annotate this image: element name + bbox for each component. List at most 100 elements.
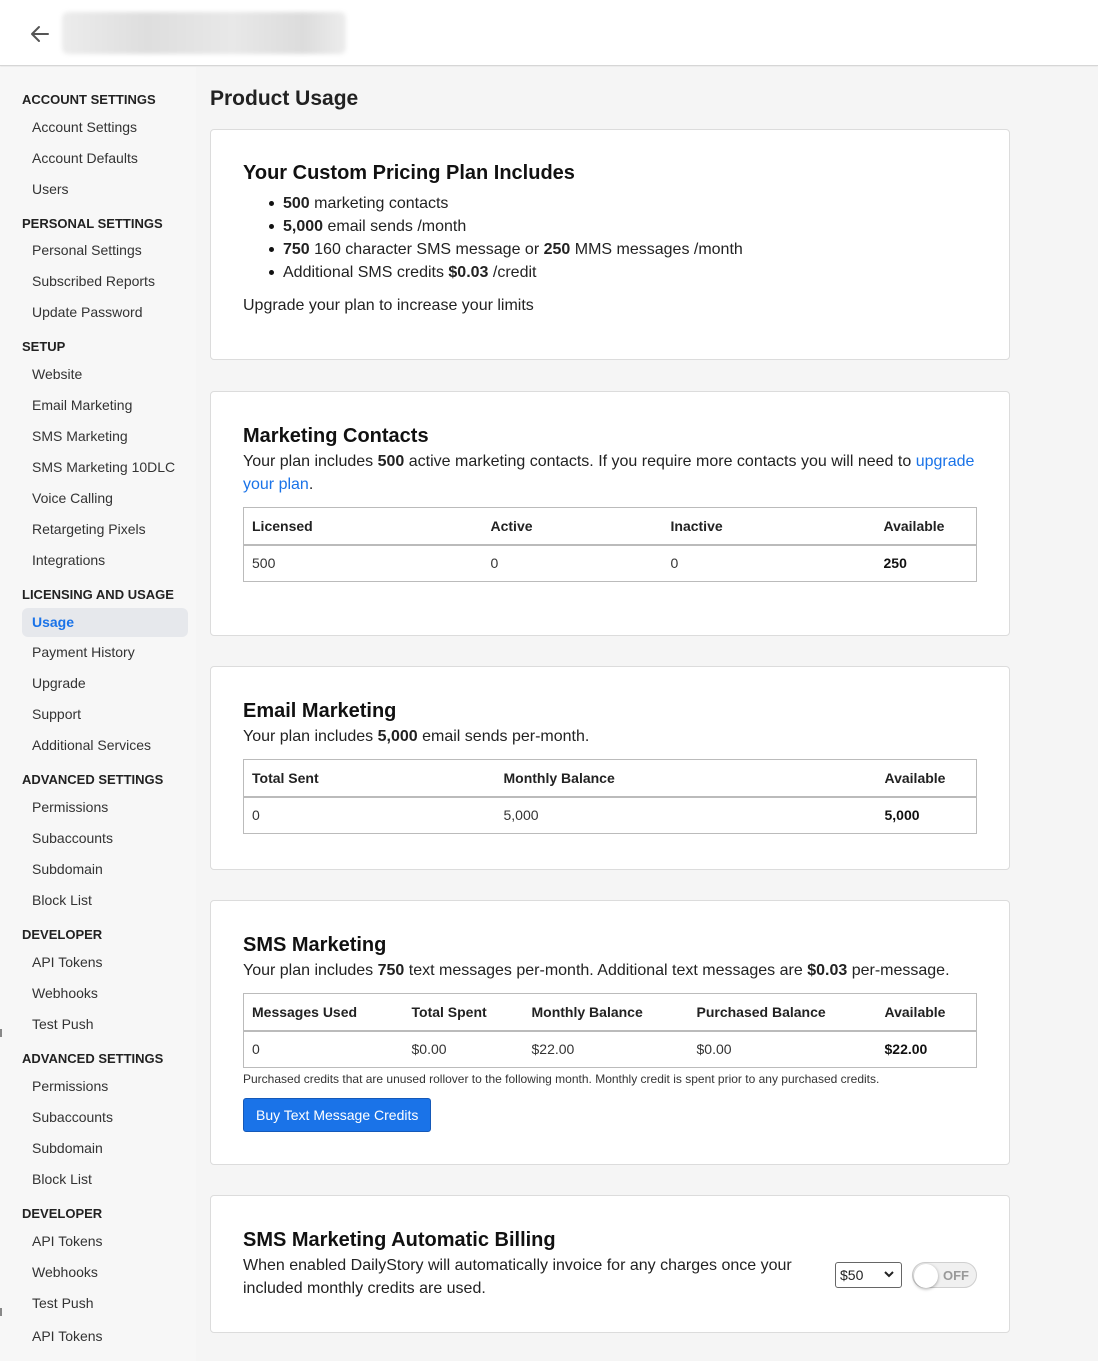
column-header: Available	[876, 759, 977, 798]
sidebar-fold-mark-2	[0, 1308, 4, 1316]
sidebar-item-webhooks[interactable]: Webhooks	[22, 979, 188, 1008]
sidebar-item-retargeting-pixels[interactable]: Retargeting Pixels	[22, 515, 188, 544]
page-title: Product Usage	[210, 87, 359, 110]
table-cell: 500	[243, 544, 483, 582]
plan-features-list: 500 marketing contacts 5,000 email sends…	[243, 192, 743, 284]
sidebar-item-subaccounts[interactable]: Subaccounts	[22, 824, 188, 853]
pricing-plan-card: Your Custom Pricing Plan Includes 500 ma…	[210, 129, 1010, 360]
table-row: 0 $0.00 $22.00 $0.00 $22.00	[243, 1030, 977, 1068]
column-header: Available	[875, 507, 977, 546]
billing-description: When enabled DailyStory will automatical…	[243, 1257, 792, 1297]
sidebar-section-advanced-settings-2: ADVANCED SETTINGS	[22, 1051, 164, 1066]
contacts-table: Licensed Active Inactive Available 500 0…	[243, 507, 977, 582]
sidebar-item-permissions-2[interactable]: Permissions	[22, 1072, 188, 1101]
column-header: Monthly Balance	[495, 759, 877, 798]
back-button[interactable]	[26, 20, 54, 48]
billing-amount-select[interactable]: $50	[835, 1262, 902, 1288]
table-cell: 5,000	[876, 796, 977, 834]
sidebar-section-developer: DEVELOPER	[22, 927, 103, 942]
table-row: 0 5,000 5,000	[243, 796, 977, 834]
sms-marketing-card: SMS Marketing Your plan includes 750 tex…	[210, 900, 1010, 1165]
column-header: Total Sent	[243, 759, 496, 798]
table-cell: $22.00	[523, 1030, 689, 1068]
sms-credits-note: Purchased credits that are unused rollov…	[243, 1072, 880, 1086]
chevron-down-icon	[884, 1271, 894, 1278]
total-spent-link[interactable]: $0.00	[403, 1030, 524, 1068]
toggle-state-label: OFF	[943, 1268, 969, 1283]
sidebar-item-account-defaults[interactable]: Account Defaults	[22, 144, 188, 173]
sidebar-item-update-password[interactable]: Update Password	[22, 298, 188, 327]
plan-title: Your Custom Pricing Plan Includes	[243, 162, 575, 184]
table-cell: $22.00	[876, 1030, 977, 1068]
plan-feature-sms: 750 160 character SMS message or 250 MMS…	[243, 238, 743, 261]
sidebar-item-subdomain[interactable]: Subdomain	[22, 855, 188, 884]
column-header: Available	[876, 993, 977, 1032]
sidebar-section-personal-settings: PERSONAL SETTINGS	[22, 216, 163, 231]
arrow-left-icon	[31, 26, 49, 42]
sms-automatic-billing-card: SMS Marketing Automatic Billing When ena…	[210, 1195, 1010, 1333]
sidebar-item-subaccounts-2[interactable]: Subaccounts	[22, 1103, 188, 1132]
column-header: Monthly Balance	[523, 993, 689, 1032]
sidebar-item-test-push-2[interactable]: Test Push	[22, 1289, 188, 1318]
auto-billing-toggle[interactable]: OFF	[912, 1262, 977, 1288]
sidebar-item-integrations[interactable]: Integrations	[22, 546, 188, 575]
sidebar-item-block-list[interactable]: Block List	[22, 886, 188, 915]
sidebar-item-webhooks-2[interactable]: Webhooks	[22, 1258, 188, 1287]
table-header-row: Messages Used Total Spent Monthly Balanc…	[243, 993, 977, 1032]
table-cell: 5,000	[495, 796, 877, 834]
upgrade-plan-link[interactable]: Upgrade your plan to increase your limit…	[243, 294, 983, 317]
marketing-contacts-card: Marketing Contacts Your plan includes 50…	[210, 391, 1010, 636]
email-marketing-card: Email Marketing Your plan includes 5,000…	[210, 666, 1010, 870]
sidebar-fold-mark	[0, 1029, 4, 1037]
column-header: Total Spent	[403, 993, 524, 1032]
sidebar-item-sms-marketing[interactable]: SMS Marketing	[22, 422, 188, 451]
sidebar-item-usage[interactable]: Usage	[22, 608, 188, 637]
sidebar-item-test-push[interactable]: Test Push	[22, 1010, 188, 1039]
sidebar-item-voice-calling[interactable]: Voice Calling	[22, 484, 188, 513]
sidebar-item-permissions[interactable]: Permissions	[22, 793, 188, 822]
sidebar-section-setup: SETUP	[22, 339, 66, 354]
table-cell: 0	[243, 796, 496, 834]
column-header: Licensed	[243, 507, 483, 546]
billing-title: SMS Marketing Automatic Billing	[243, 1229, 556, 1251]
sidebar-item-website[interactable]: Website	[22, 360, 188, 389]
plan-feature-contacts: 500 marketing contacts	[243, 192, 743, 215]
sms-title: SMS Marketing	[243, 934, 387, 956]
sidebar-item-block-list-2[interactable]: Block List	[22, 1165, 188, 1194]
contacts-description: Your plan includes 500 active marketing …	[243, 453, 975, 493]
column-header: Purchased Balance	[688, 993, 877, 1032]
sidebar-item-users[interactable]: Users	[22, 175, 188, 204]
table-header-row: Total Sent Monthly Balance Available	[243, 759, 977, 798]
sms-table: Messages Used Total Spent Monthly Balanc…	[243, 993, 977, 1068]
sidebar-item-api-tokens-2[interactable]: API Tokens	[22, 1227, 188, 1256]
sidebar-item-email-marketing[interactable]: Email Marketing	[22, 391, 188, 420]
email-description: Your plan includes 5,000 email sends per…	[243, 728, 590, 745]
table-cell: 0	[482, 544, 663, 582]
table-row: 500 0 0 250	[243, 544, 977, 582]
settings-sidebar: ACCOUNT SETTINGS Account Settings Accoun…	[0, 67, 196, 1361]
sidebar-item-subdomain-2[interactable]: Subdomain	[22, 1134, 188, 1163]
main-content: Product Usage Your Custom Pricing Plan I…	[196, 67, 1098, 1361]
sidebar-item-account-settings[interactable]: Account Settings	[22, 113, 188, 142]
sidebar-item-support[interactable]: Support	[22, 700, 188, 729]
sidebar-item-api-tokens[interactable]: API Tokens	[22, 948, 188, 977]
sidebar-item-sms-marketing-10dlc[interactable]: SMS Marketing 10DLC	[22, 453, 188, 482]
plan-feature-email: 5,000 email sends /month	[243, 215, 743, 238]
sidebar-item-upgrade[interactable]: Upgrade	[22, 669, 188, 698]
column-header: Messages Used	[243, 993, 404, 1032]
sidebar-item-payment-history[interactable]: Payment History	[22, 638, 188, 667]
sidebar-item-additional-services[interactable]: Additional Services	[22, 731, 188, 760]
billing-amount-value: $50	[840, 1267, 864, 1283]
table-header-row: Licensed Active Inactive Available	[243, 507, 977, 546]
top-bar	[0, 0, 1098, 66]
column-header: Inactive	[662, 507, 876, 546]
table-cell: 0	[662, 544, 876, 582]
email-table: Total Sent Monthly Balance Available 0 5…	[243, 759, 977, 834]
buy-text-message-credits-button[interactable]: Buy Text Message Credits	[243, 1098, 432, 1132]
sidebar-item-personal-settings[interactable]: Personal Settings	[22, 236, 188, 265]
sidebar-item-api-tokens-3[interactable]: API Tokens	[22, 1322, 188, 1351]
toggle-knob	[914, 1264, 938, 1288]
table-cell: 0	[243, 1030, 404, 1068]
table-cell: 250	[875, 544, 977, 582]
sidebar-item-subscribed-reports[interactable]: Subscribed Reports	[22, 267, 188, 296]
